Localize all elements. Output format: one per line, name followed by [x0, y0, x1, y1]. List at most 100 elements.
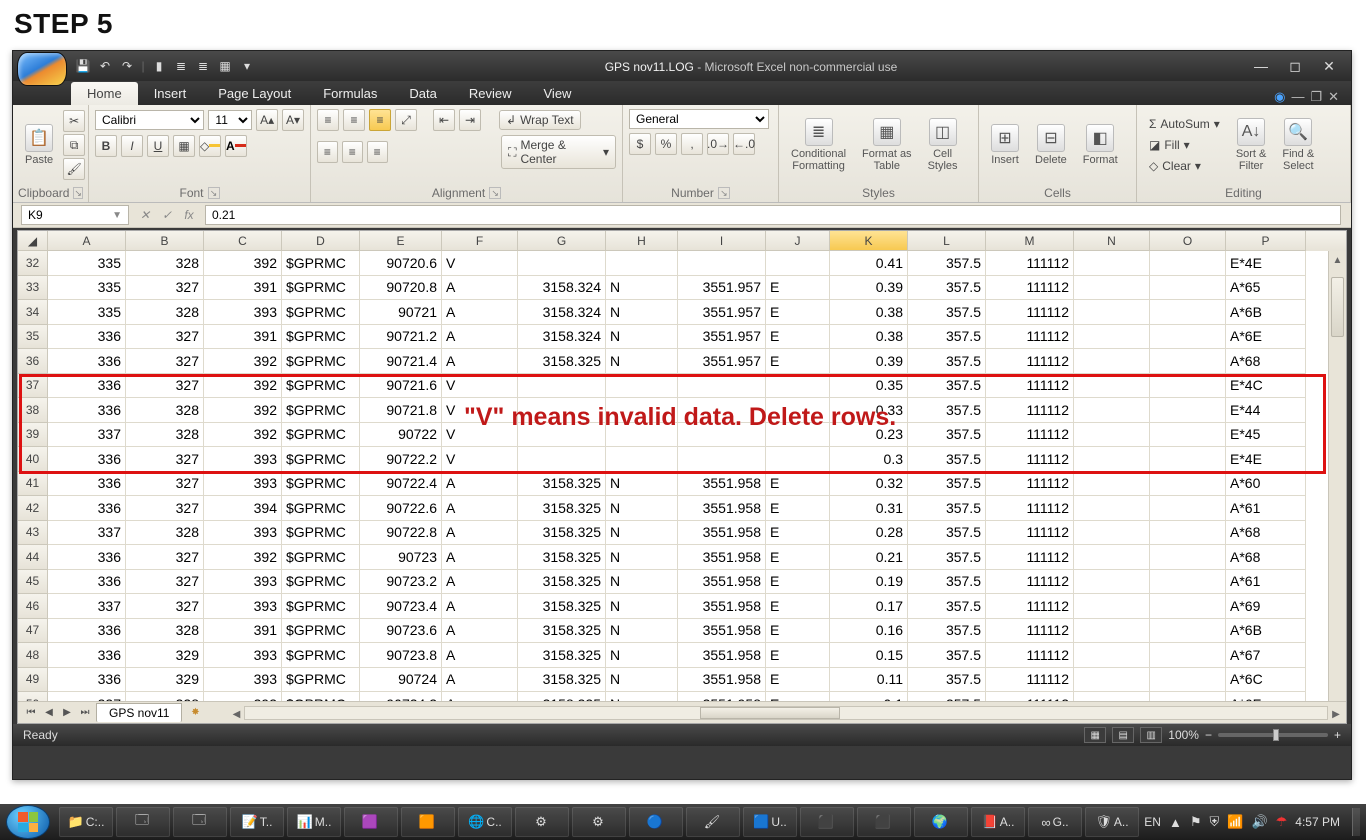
cell[interactable]: 328 — [126, 619, 204, 644]
row-header[interactable]: 36 — [18, 349, 48, 374]
cell[interactable]: N — [606, 325, 678, 350]
taskbar-item[interactable]: 🟪 — [344, 807, 398, 837]
cell[interactable]: 3551.957 — [678, 349, 766, 374]
cell[interactable]: 3158.324 — [518, 300, 606, 325]
row-header[interactable]: 44 — [18, 545, 48, 570]
cell[interactable] — [1150, 668, 1226, 693]
cell[interactable]: 393 — [204, 521, 282, 546]
min-ribbon-icon[interactable]: — — [1291, 89, 1304, 105]
align-left-icon[interactable]: ≡ — [317, 141, 338, 163]
cell[interactable]: 394 — [204, 496, 282, 521]
cell[interactable]: E — [766, 276, 830, 301]
cell[interactable]: 0.35 — [830, 374, 908, 399]
cell[interactable]: N — [606, 472, 678, 497]
cell[interactable]: 111112 — [986, 423, 1074, 448]
cell[interactable] — [1074, 594, 1150, 619]
cell[interactable]: A*67 — [1226, 643, 1306, 668]
row-header[interactable]: 41 — [18, 472, 48, 497]
chevron-down-icon[interactable]: ▼ — [112, 210, 122, 221]
cell[interactable]: $GPRMC — [282, 374, 360, 399]
tray-lang[interactable]: EN — [1144, 815, 1161, 829]
cell[interactable]: 357.5 — [908, 619, 986, 644]
cell[interactable]: 357.5 — [908, 349, 986, 374]
cell[interactable]: 90721.4 — [360, 349, 442, 374]
cell[interactable]: 3551.958 — [678, 619, 766, 644]
cell[interactable]: 111112 — [986, 349, 1074, 374]
cell[interactable]: V — [442, 447, 518, 472]
cell[interactable] — [518, 398, 606, 423]
column-header[interactable]: E — [360, 231, 442, 251]
tray-flag-icon[interactable]: ⚑ — [1190, 814, 1202, 830]
tab-page-layout[interactable]: Page Layout — [202, 82, 307, 105]
cell[interactable]: 336 — [48, 447, 126, 472]
tab-view[interactable]: View — [528, 82, 588, 105]
new-icon[interactable]: ▮ — [151, 58, 167, 74]
new-sheet-icon[interactable]: ✸ — [186, 705, 204, 721]
column-header[interactable]: B — [126, 231, 204, 251]
cell[interactable]: 90722.4 — [360, 472, 442, 497]
number-format-select[interactable]: General — [629, 109, 769, 129]
minimize-button[interactable]: — — [1247, 57, 1275, 75]
cell[interactable]: 3158.325 — [518, 472, 606, 497]
taskbar-item[interactable]: 🟦U.. — [743, 807, 797, 837]
row-header[interactable]: 42 — [18, 496, 48, 521]
cell[interactable]: $GPRMC — [282, 472, 360, 497]
cell[interactable]: 111112 — [986, 668, 1074, 693]
cell[interactable]: 3158.325 — [518, 570, 606, 595]
help-icon[interactable]: ◉ — [1274, 89, 1285, 105]
cell[interactable]: V — [442, 423, 518, 448]
fill-button[interactable]: ◪ Fill ▾ — [1143, 136, 1226, 154]
cell[interactable] — [1074, 276, 1150, 301]
cell[interactable]: E — [766, 570, 830, 595]
copy-icon[interactable]: ⧉ — [63, 134, 85, 156]
cell[interactable]: 357.5 — [908, 276, 986, 301]
cell[interactable]: A*6E — [1226, 325, 1306, 350]
taskbar-item[interactable]: ⚙ — [515, 807, 569, 837]
cell[interactable]: E*4E — [1226, 251, 1306, 276]
align-bottom-icon[interactable]: ≡ — [369, 109, 391, 131]
find-select-button[interactable]: 🔍Find & Select — [1276, 109, 1320, 181]
cell[interactable] — [1150, 325, 1226, 350]
column-header[interactable]: F — [442, 231, 518, 251]
conditional-formatting-button[interactable]: ≣Conditional Formatting — [785, 109, 852, 181]
cell[interactable]: 3551.957 — [678, 300, 766, 325]
cell[interactable]: N — [606, 545, 678, 570]
row-left-icon[interactable]: ≣ — [173, 58, 189, 74]
cell[interactable]: 90723.8 — [360, 643, 442, 668]
cell[interactable]: E*45 — [1226, 423, 1306, 448]
cell[interactable]: $GPRMC — [282, 423, 360, 448]
cell[interactable]: A — [442, 325, 518, 350]
cell[interactable]: 3551.958 — [678, 594, 766, 619]
cell[interactable]: $GPRMC — [282, 545, 360, 570]
cell[interactable] — [1074, 570, 1150, 595]
cell[interactable]: 327 — [126, 374, 204, 399]
tab-last-icon[interactable]: ⏭ — [76, 705, 94, 721]
borders-button[interactable]: ▦ — [173, 135, 195, 157]
cell[interactable]: $GPRMC — [282, 521, 360, 546]
cell[interactable] — [766, 398, 830, 423]
tray-clock[interactable]: 4:57 PM — [1295, 816, 1340, 828]
cell[interactable] — [766, 423, 830, 448]
cell[interactable]: $GPRMC — [282, 300, 360, 325]
cell[interactable]: A — [442, 594, 518, 619]
cell[interactable] — [1150, 398, 1226, 423]
cell[interactable]: A — [442, 300, 518, 325]
row-header[interactable]: 35 — [18, 325, 48, 350]
cell[interactable]: V — [442, 398, 518, 423]
cell[interactable]: A*60 — [1226, 472, 1306, 497]
cell[interactable]: N — [606, 619, 678, 644]
cell[interactable]: 111112 — [986, 643, 1074, 668]
cell[interactable]: 111112 — [986, 325, 1074, 350]
cell[interactable]: 90721.2 — [360, 325, 442, 350]
cell[interactable] — [1150, 570, 1226, 595]
cell[interactable]: A*68 — [1226, 349, 1306, 374]
cell[interactable]: 357.5 — [908, 545, 986, 570]
cell[interactable]: A*61 — [1226, 570, 1306, 595]
orientation-icon[interactable]: ⤢ — [395, 109, 417, 131]
tab-home[interactable]: Home — [71, 82, 138, 105]
column-header[interactable]: H — [606, 231, 678, 251]
format-painter-icon[interactable]: 🖌 — [63, 158, 85, 180]
view-page-break-icon[interactable]: ▥ — [1140, 727, 1162, 743]
dialog-launcher-icon[interactable]: ↘ — [489, 187, 501, 199]
font-size-select[interactable]: 11 — [208, 110, 252, 130]
